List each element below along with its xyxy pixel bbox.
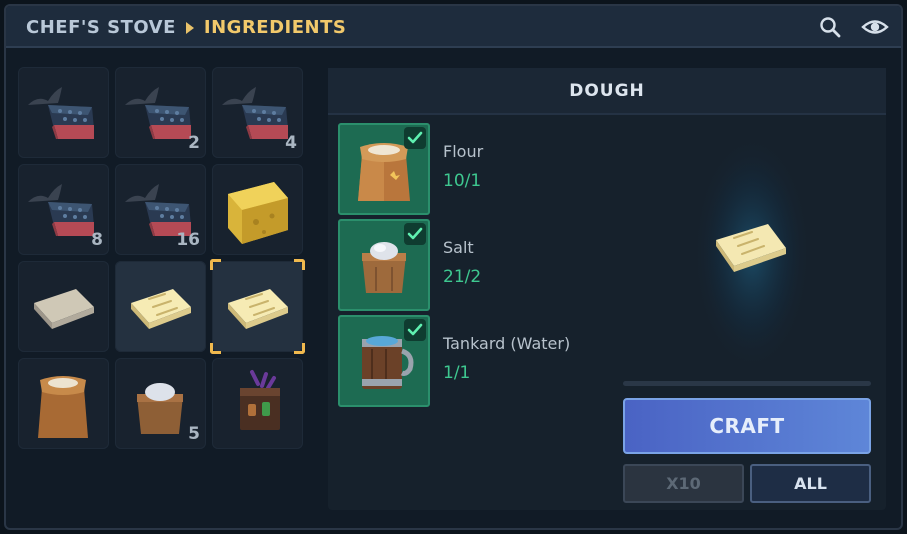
- craft-button[interactable]: CRAFT: [623, 398, 871, 454]
- inventory-grid: 2 4 8 16 5: [18, 67, 308, 455]
- ingredient-slot[interactable]: [338, 219, 430, 311]
- inventory-slot[interactable]: [210, 259, 305, 354]
- craft-x10-button[interactable]: X10: [623, 464, 744, 503]
- breadcrumb: CHEF'S STOVE INGREDIENTS: [26, 17, 346, 38]
- ingredient-slot[interactable]: [338, 123, 430, 215]
- window-header: CHEF'S STOVE INGREDIENTS: [6, 6, 901, 48]
- selection-corner: [294, 259, 305, 270]
- ingredient-qty: 1/1: [443, 363, 471, 383]
- ingredient-name: Flour: [443, 142, 484, 161]
- craft-progress-bar: [623, 381, 871, 386]
- ingredient-qty: 21/2: [443, 267, 482, 287]
- ingredient-qty: 10/1: [443, 171, 482, 191]
- inventory-slot[interactable]: 16: [115, 164, 206, 255]
- check-icon: [404, 319, 426, 341]
- check-icon: [404, 127, 426, 149]
- inventory-slot[interactable]: [18, 261, 109, 352]
- eye-icon[interactable]: [861, 15, 889, 39]
- recipe-panel: DOUGH Flour 10/1 Salt 21/2 Tankard (Wate…: [328, 68, 886, 510]
- ingredient-slot[interactable]: [338, 315, 430, 407]
- selection-corner: [210, 259, 221, 270]
- item-count: 5: [188, 424, 200, 444]
- ingredient-name: Salt: [443, 238, 474, 257]
- inventory-slot[interactable]: [18, 358, 109, 449]
- inventory-slot[interactable]: 2: [115, 67, 206, 158]
- item-count: 4: [285, 133, 297, 153]
- recipe-title-bar: DOUGH: [328, 68, 886, 115]
- ingredient-salt: Salt 21/2: [338, 219, 618, 311]
- check-icon: [404, 223, 426, 245]
- inventory-slot[interactable]: [115, 261, 206, 352]
- search-icon[interactable]: [818, 15, 842, 39]
- inventory-slot[interactable]: [18, 67, 109, 158]
- item-count: 2: [188, 133, 200, 153]
- item-count: 16: [176, 230, 200, 250]
- inventory-slot[interactable]: 8: [18, 164, 109, 255]
- inventory-slot[interactable]: 4: [212, 67, 303, 158]
- recipe-title: DOUGH: [569, 81, 645, 101]
- inventory-slot[interactable]: [212, 164, 303, 255]
- crafting-window: CHEF'S STOVE INGREDIENTS 2 4 8 16 5 DOUGH: [4, 4, 903, 530]
- selection-corner: [210, 343, 221, 354]
- inventory-slot[interactable]: 5: [115, 358, 206, 449]
- craft-all-button[interactable]: ALL: [750, 464, 871, 503]
- dough-icon: [692, 138, 812, 373]
- selection-corner: [294, 343, 305, 354]
- item-count: 8: [91, 230, 103, 250]
- ingredient-name: Tankard (Water): [443, 334, 571, 353]
- ingredient-water: Tankard (Water) 1/1: [338, 315, 618, 407]
- breadcrumb-current: INGREDIENTS: [203, 17, 347, 38]
- breadcrumb-root[interactable]: CHEF'S STOVE: [26, 17, 176, 38]
- breadcrumb-separator-icon: [185, 21, 194, 34]
- inventory-slot[interactable]: [212, 358, 303, 449]
- ingredient-flour: Flour 10/1: [338, 123, 618, 215]
